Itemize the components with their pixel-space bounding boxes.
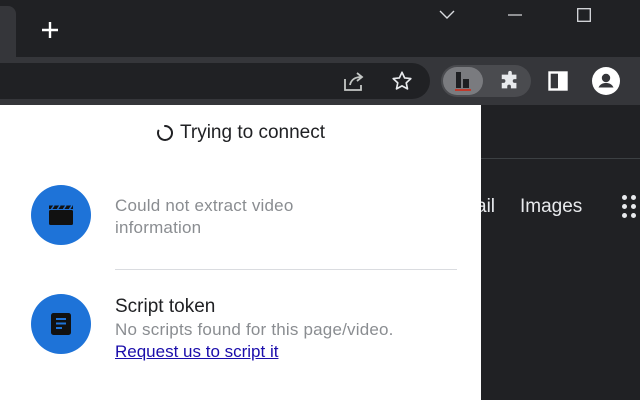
extension-active-button[interactable] (443, 67, 483, 95)
profile-button[interactable] (592, 67, 620, 95)
page-divider (481, 158, 640, 159)
bookmark-button[interactable] (388, 67, 416, 95)
document-icon (51, 313, 71, 335)
plus-icon (42, 22, 58, 38)
video-item-badge (31, 185, 91, 245)
maximize-icon (577, 8, 591, 22)
status-text: Trying to connect (179, 122, 326, 143)
connection-status: Trying to connect (0, 121, 481, 145)
no-scripts-message: No scripts found for this page/video. (115, 320, 394, 339)
script-item-text: Script token No scripts found for this p… (115, 295, 465, 363)
minimize-button[interactable] (492, 0, 538, 30)
tab-strip (0, 0, 640, 57)
share-button[interactable] (340, 67, 368, 95)
page-content (481, 105, 640, 400)
tab-search-button[interactable] (424, 0, 470, 30)
item-divider (115, 269, 457, 270)
clapperboard-icon (49, 205, 73, 225)
request-script-link[interactable]: Request us to script it (115, 341, 278, 363)
active-tab-edge[interactable] (0, 6, 16, 57)
video-error-message: Could not extract video information (115, 196, 294, 237)
apps-grid-icon[interactable] (622, 195, 640, 221)
video-item-text: Could not extract video information (115, 195, 465, 239)
loading-spinner-icon (156, 125, 173, 141)
new-tab-button[interactable] (30, 12, 70, 48)
extension-active-icon (455, 72, 471, 91)
browser-toolbar (0, 57, 640, 105)
images-link[interactable]: Images (520, 196, 582, 218)
share-icon (344, 72, 364, 91)
profile-icon (592, 67, 620, 95)
side-panel-icon (548, 71, 568, 91)
puzzle-extensions-icon (501, 70, 517, 89)
script-item-badge (31, 294, 91, 354)
script-token-title: Script token (115, 296, 216, 317)
tab-search-chevron-icon (439, 10, 455, 19)
maximize-button[interactable] (561, 0, 607, 30)
minimize-icon (508, 14, 522, 16)
extensions-menu-button[interactable] (496, 67, 524, 95)
side-panel-button[interactable] (544, 67, 572, 95)
extension-popup: Trying to connect Could not extract vide… (0, 105, 481, 400)
bookmark-star-icon (392, 71, 412, 90)
